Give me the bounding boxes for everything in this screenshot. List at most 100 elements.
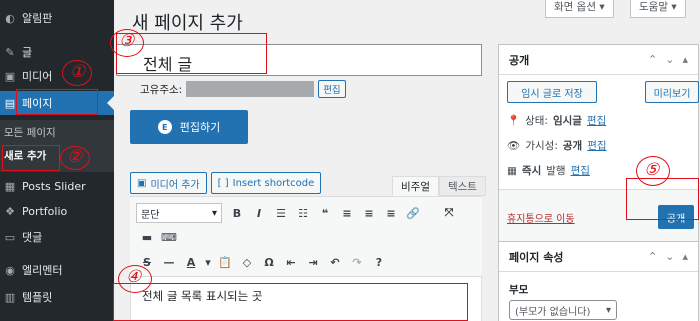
tab-text[interactable]: 텍스트 — [438, 176, 486, 196]
toolbar-row-3: S — A ▾ 📋 ◇ Ω ⇤ ⇥ ↶ ↷ ? — [136, 252, 390, 272]
annotation-number-4: ④ — [126, 267, 142, 287]
toolbar-row-1: 문단 ▾ B I ☰ ☷ ❝ ≡ ≡ ≡ 🔗 ⤧ — [136, 203, 460, 223]
annotation-number-5: ⑤ — [644, 160, 660, 180]
sidebar-item-label: 알림판 — [22, 12, 53, 25]
chevron-up-icon[interactable]: ⌃ — [648, 53, 657, 66]
bullet-list-icon[interactable]: ☰ — [270, 203, 292, 223]
chevron-down-icon: ▾ — [211, 207, 217, 219]
insert-shortcode-button[interactable]: [ ] Insert shortcode — [210, 172, 322, 194]
page-attributes-title: 페이지 속성 — [509, 250, 564, 264]
status-edit-link[interactable]: 편집 — [587, 113, 606, 128]
outdent-icon[interactable]: ⇤ — [280, 252, 302, 272]
annotation-number-2: ② — [67, 147, 83, 167]
collapse-icon[interactable]: ▴ — [682, 250, 688, 263]
permalink-label: 고유주소: — [140, 83, 183, 96]
align-right-icon[interactable]: ≡ — [380, 203, 402, 223]
align-center-icon[interactable]: ≡ — [358, 203, 380, 223]
schedule-label: 발행 — [546, 165, 566, 177]
visibility-label: 가시성: — [525, 140, 558, 152]
annotation-number-3: ③ — [119, 31, 135, 51]
schedule-value: 즉시 — [521, 165, 542, 177]
active-indicator — [107, 96, 114, 110]
status-label: 상태: — [525, 115, 548, 127]
redo-icon[interactable]: ↷ — [346, 252, 368, 272]
horizontal-line-icon[interactable]: — — [158, 252, 180, 272]
permalink-url-redacted — [186, 81, 315, 97]
parent-label: 부모 — [509, 284, 529, 296]
sidebar-item-portfolio[interactable]: ❖ Portfolio — [0, 199, 114, 223]
sidebar-item-posts-slider[interactable]: ▦ Posts Slider — [0, 174, 114, 198]
paste-text-icon[interactable]: 📋 — [214, 252, 236, 272]
collapse-icon[interactable]: ▴ — [682, 53, 688, 66]
eye-icon: 👁 — [507, 140, 521, 152]
help-icon[interactable]: ? — [368, 252, 390, 272]
move-to-trash-link[interactable]: 휴지통으로 이동 — [507, 210, 575, 225]
italic-icon[interactable]: I — [248, 203, 270, 223]
status-value: 임시글 — [552, 115, 582, 127]
clear-formatting-icon[interactable]: ◇ — [236, 252, 258, 272]
toolbar-row-2: ▬ ⌨ — [136, 227, 180, 247]
page-title: 새 페이지 추가 — [132, 13, 243, 34]
blockquote-icon[interactable]: ❝ — [314, 203, 336, 223]
annotation-box-pages — [16, 89, 98, 115]
edit-with-elementor-button[interactable]: E 편집하기 — [130, 110, 248, 144]
sidebar-item-posts[interactable]: ✎ 글 — [0, 40, 114, 64]
media-icon: ▣ — [137, 177, 147, 189]
annotation-box-add-new — [2, 145, 60, 171]
visibility-row: 👁 가시성: 공개 편집 — [507, 138, 607, 153]
sidebar-item-comments[interactable]: ▭ 댓글 — [0, 225, 114, 249]
chevron-down-icon: ▾ — [605, 304, 611, 316]
undo-icon[interactable]: ↶ — [324, 252, 346, 272]
tab-visual[interactable]: 비주얼 — [392, 176, 439, 196]
parent-select[interactable]: (부모가 없습니다) ▾ — [509, 300, 617, 320]
schedule-row: ▦ 즉시 발행 편집 — [507, 163, 590, 178]
elementor-icon: E — [157, 120, 172, 134]
toolbar-toggle-icon[interactable]: ⌨ — [158, 227, 180, 247]
status-row: 📍 상태: 임시글 편집 — [507, 113, 606, 128]
chevron-down-icon[interactable]: ⌄ — [665, 53, 674, 66]
sidebar-item-label: 엘리멘터 — [22, 264, 63, 277]
link-icon[interactable]: 🔗 — [402, 203, 424, 223]
sidebar-item-templates[interactable]: ▥ 템플릿 — [0, 285, 114, 309]
shortcode-label: Insert shortcode — [232, 177, 315, 189]
add-media-button[interactable]: ▣ 미디어 추가 — [130, 172, 207, 194]
preview-button[interactable]: 미리보기 — [645, 81, 699, 103]
fullscreen-icon[interactable]: ⤧ — [438, 203, 460, 223]
save-draft-button[interactable]: 임시 글로 저장 — [507, 81, 597, 103]
permalink-edit-button[interactable]: 편집 — [318, 80, 346, 98]
sidebar-item-elementor[interactable]: ◉ 엘리멘터 — [0, 258, 114, 282]
publish-panel-header[interactable]: 공개 ⌃ ⌄ ▴ — [499, 45, 698, 75]
sidebar-subitem-all-pages[interactable]: 모든 페이지 — [0, 122, 114, 142]
visibility-value: 공개 — [562, 140, 583, 152]
editor-tabs: 비주얼 텍스트 — [392, 176, 486, 196]
format-select-value: 문단 — [141, 209, 160, 221]
numbered-list-icon[interactable]: ☷ — [292, 203, 314, 223]
elementor-button-label: 편집하기 — [179, 121, 221, 134]
page-attributes-header[interactable]: 페이지 속성 ⌃ ⌄ ▴ — [499, 242, 698, 272]
screen-options-button[interactable]: 화면 옵션 ▾ — [545, 0, 614, 18]
text-color-icon[interactable]: A — [180, 252, 202, 272]
visibility-edit-link[interactable]: 편집 — [587, 138, 606, 153]
schedule-edit-link[interactable]: 편집 — [571, 163, 590, 178]
sidebar-item-dashboard[interactable]: ◐ 알림판 — [0, 6, 114, 30]
chevron-down-icon[interactable]: ▾ — [202, 252, 214, 272]
indent-icon[interactable]: ⇥ — [302, 252, 324, 272]
add-media-label: 미디어 추가 — [150, 179, 200, 191]
permalink: 고유주소: 편집 — [140, 80, 346, 98]
bold-icon[interactable]: B — [226, 203, 248, 223]
read-more-icon[interactable]: ▬ — [136, 227, 158, 247]
help-button[interactable]: 도움말 ▾ — [630, 0, 686, 18]
chevron-up-icon[interactable]: ⌃ — [648, 250, 657, 263]
align-left-icon[interactable]: ≡ — [336, 203, 358, 223]
sidebar-item-label: 템플릿 — [22, 291, 53, 304]
chevron-down-icon[interactable]: ⌄ — [665, 250, 674, 263]
panel-controls: ⌃ ⌄ ▴ — [648, 53, 688, 66]
format-select[interactable]: 문단 ▾ — [136, 203, 222, 223]
special-character-icon[interactable]: Ω — [258, 252, 280, 272]
pin-icon: 📍 — [507, 115, 521, 127]
sidebar-item-media[interactable]: ▣ 미디어 — [0, 64, 114, 88]
sidebar-item-label: Portfolio — [22, 204, 68, 218]
comments-icon: ▭ — [4, 230, 16, 244]
sidebar-item-label: Posts Slider — [22, 179, 86, 193]
sidebar-item-label: 댓글 — [22, 231, 43, 244]
